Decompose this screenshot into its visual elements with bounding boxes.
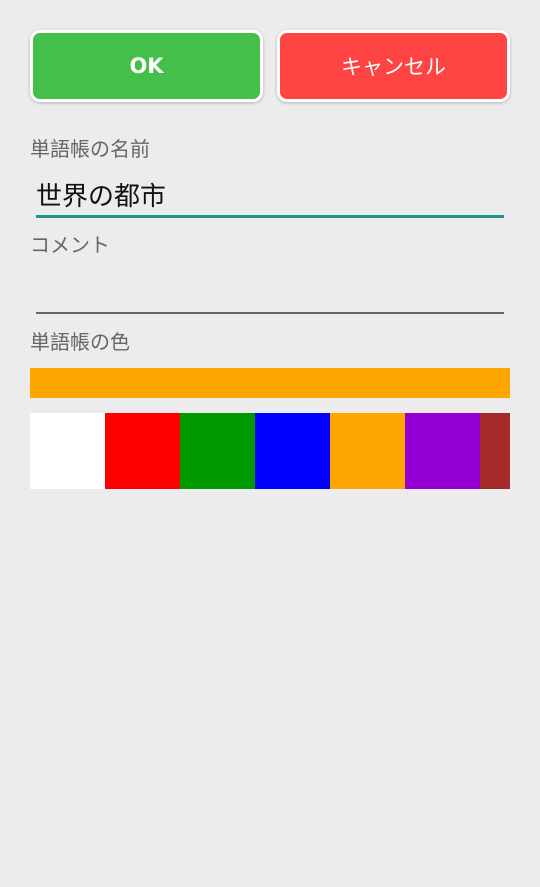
cancel-button[interactable]: キャンセル (277, 30, 510, 102)
ok-button-label: OK (129, 54, 164, 78)
color-swatch-row (30, 413, 510, 489)
color-label: 単語帳の色 (30, 330, 130, 354)
color-swatch-purple[interactable] (405, 413, 480, 489)
color-swatch-white[interactable] (30, 413, 105, 489)
comment-field (36, 268, 504, 314)
name-field[interactable]: 世界の都市 (36, 170, 504, 218)
comment-label: コメント (30, 233, 110, 257)
color-swatch-orange[interactable] (330, 413, 405, 489)
ok-button[interactable]: OK (30, 30, 263, 102)
color-swatch-brown[interactable] (480, 413, 510, 489)
name-value: 世界の都市 (36, 182, 167, 212)
selected-color-preview (30, 368, 510, 398)
color-swatch-green[interactable] (180, 413, 255, 489)
comment-input[interactable] (36, 272, 504, 308)
cancel-button-label: キャンセル (341, 55, 446, 79)
color-swatch-red[interactable] (105, 413, 180, 489)
name-label: 単語帳の名前 (30, 137, 150, 161)
color-swatch-blue[interactable] (255, 413, 330, 489)
